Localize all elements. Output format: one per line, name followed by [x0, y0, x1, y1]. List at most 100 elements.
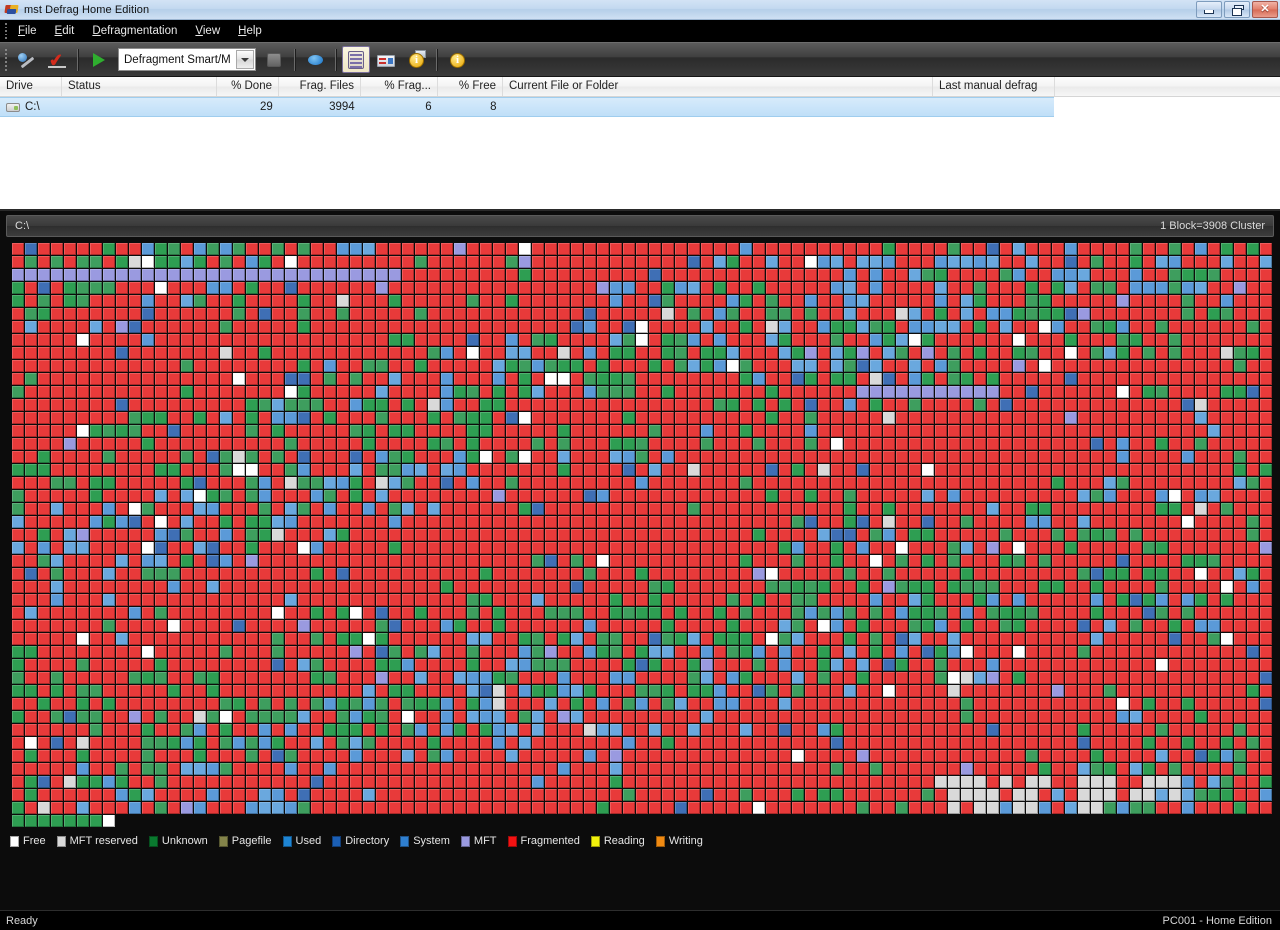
disk-map-block [64, 321, 76, 333]
disk-map-row [12, 555, 1272, 568]
pause-defrag-button[interactable] [301, 46, 329, 73]
disk-map-block [454, 308, 466, 320]
settings-wrench-button[interactable] [13, 46, 41, 73]
disk-map-block [857, 529, 869, 541]
menu-item-edit[interactable]: Edit [46, 22, 84, 40]
disk-map-block [1117, 555, 1129, 567]
disk-map-block [1000, 269, 1012, 281]
disk-map-block [155, 685, 167, 697]
disk-map-block [25, 386, 37, 398]
disk-map-block [1039, 802, 1051, 814]
disk-map-block [1052, 594, 1064, 606]
disk-map-block [662, 529, 674, 541]
disk-map-block [805, 516, 817, 528]
disk-map-block [1182, 334, 1194, 346]
disk-map-block [1104, 789, 1116, 801]
minimize-button[interactable] [1196, 1, 1222, 18]
column-header-done[interactable]: % Done [217, 77, 279, 96]
drive-row[interactable]: C:\ 29 3994 6 8 [0, 97, 1054, 117]
column-header-frag_files[interactable]: Frag. Files [279, 77, 361, 96]
disk-map-block [948, 607, 960, 619]
disk-map-block [1013, 412, 1025, 424]
disk-map-block [1039, 776, 1051, 788]
disk-map-block [415, 750, 427, 762]
column-header-drive[interactable]: Drive [0, 77, 62, 96]
disk-map-block [506, 477, 518, 489]
disk-map-block [1065, 750, 1077, 762]
column-header-free[interactable]: % Free [438, 77, 503, 96]
about-button[interactable]: i [443, 46, 471, 73]
menu-item-file[interactable]: File [9, 22, 46, 40]
disk-map-block [103, 477, 115, 489]
disk-map-block [311, 672, 323, 684]
report-button[interactable] [372, 46, 400, 73]
disk-map-block [285, 477, 297, 489]
column-header-last_defrag[interactable]: Last manual defrag [933, 77, 1055, 96]
disk-map-block [1104, 308, 1116, 320]
disk-map-block [675, 685, 687, 697]
disk-map-block [1091, 698, 1103, 710]
column-header-current_file[interactable]: Current File or Folder [503, 77, 933, 96]
defrag-mode-dropdown-button[interactable] [236, 50, 254, 69]
stop-defrag-button[interactable] [260, 46, 288, 73]
disk-map-grid[interactable] [12, 243, 1272, 830]
disk-map-block [766, 698, 778, 710]
disk-map-block [987, 594, 999, 606]
disk-map-block [558, 802, 570, 814]
disk-map-block [844, 334, 856, 346]
disk-map-block [558, 295, 570, 307]
disk-map-block [961, 399, 973, 411]
disk-map-block [454, 672, 466, 684]
disk-map-block [428, 685, 440, 697]
disk-map-block [441, 607, 453, 619]
system-info-button[interactable]: i [402, 46, 430, 73]
disk-map-block [987, 672, 999, 684]
disk-map-block [194, 347, 206, 359]
disk-map-block [844, 256, 856, 268]
disk-map-block [610, 269, 622, 281]
disk-map-block [1260, 802, 1272, 814]
disk-map-block [1130, 477, 1142, 489]
menu-grip-handle[interactable] [2, 23, 9, 39]
restore-button[interactable] [1224, 1, 1250, 18]
disk-map-block [467, 308, 479, 320]
column-header-frag_pct[interactable]: % Frag... [361, 77, 438, 96]
check-disk-button[interactable]: ✔ [43, 46, 71, 73]
disk-map-block [1143, 308, 1155, 320]
disk-map-block [194, 399, 206, 411]
menu-item-defragmentation[interactable]: Defragmentation [83, 22, 186, 40]
disk-map-block [870, 789, 882, 801]
disk-map-block [454, 477, 466, 489]
disk-map-block [1013, 477, 1025, 489]
disk-map-block [883, 399, 895, 411]
close-button[interactable]: ✕ [1252, 1, 1278, 18]
disk-map-block [389, 542, 401, 554]
menu-item-view[interactable]: View [186, 22, 229, 40]
defrag-mode-select[interactable]: Defragment Smart/M [118, 48, 256, 71]
disk-map-block [90, 516, 102, 528]
disk-map-block [194, 503, 206, 515]
disk-map-block [90, 438, 102, 450]
disk-map-block [1104, 672, 1116, 684]
disk-map-block [792, 802, 804, 814]
disk-map-block [974, 620, 986, 632]
cluster-view-button[interactable] [342, 46, 370, 73]
disk-map-block [259, 308, 271, 320]
disk-map-block [12, 386, 24, 398]
disk-map-block [987, 347, 999, 359]
menu-item-help[interactable]: Help [229, 22, 271, 40]
disk-map-block [142, 425, 154, 437]
toolbar-grip-handle[interactable] [2, 48, 10, 71]
disk-map-block [311, 334, 323, 346]
disk-map-block [363, 282, 375, 294]
column-header-status[interactable]: Status [62, 77, 217, 96]
disk-map-block [467, 503, 479, 515]
disk-map-block [792, 451, 804, 463]
disk-map-block [337, 737, 349, 749]
disk-map-block [77, 425, 89, 437]
disk-map-block [1091, 789, 1103, 801]
disk-map-block [493, 737, 505, 749]
start-defrag-button[interactable] [84, 46, 112, 73]
disk-map-block [805, 646, 817, 658]
disk-map-block [532, 646, 544, 658]
